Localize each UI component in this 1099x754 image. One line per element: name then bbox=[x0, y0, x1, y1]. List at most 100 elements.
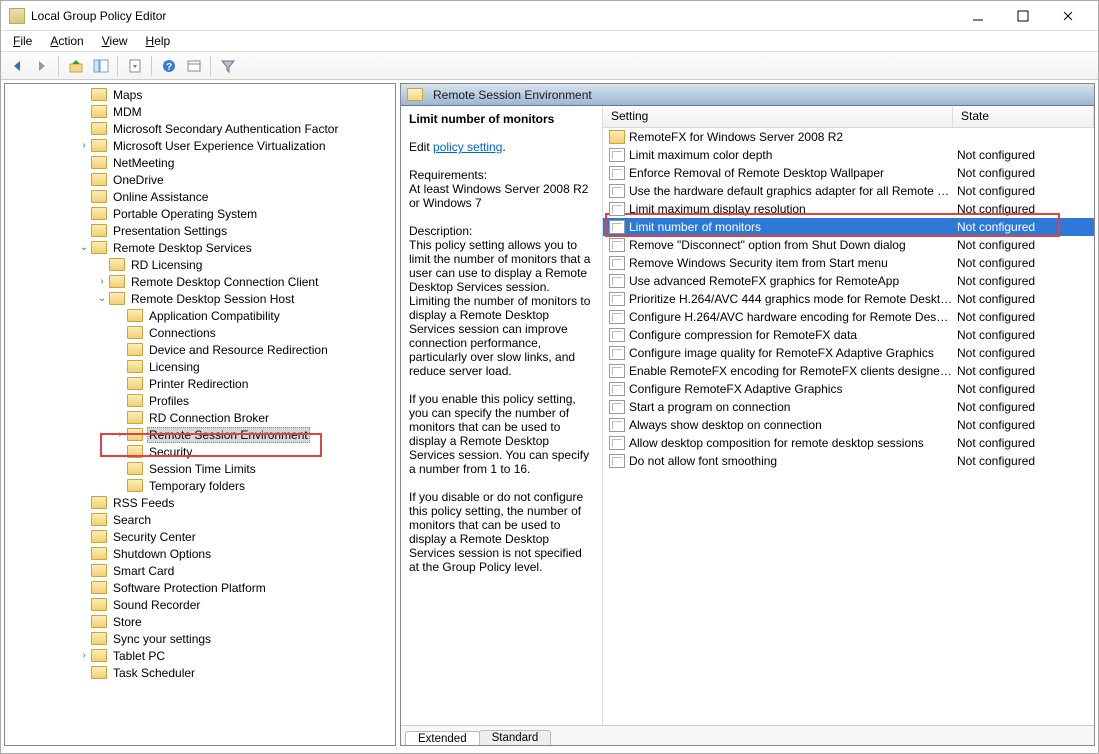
setting-row[interactable]: Allow desktop composition for remote des… bbox=[603, 434, 1094, 452]
tree-item[interactable]: •Sound Recorder bbox=[77, 596, 395, 613]
back-button[interactable] bbox=[5, 55, 28, 77]
setting-row[interactable]: Configure image quality for RemoteFX Ada… bbox=[603, 344, 1094, 362]
tree-item[interactable]: ⌄ Remote Desktop Services bbox=[77, 239, 395, 256]
setting-row[interactable]: Limit maximum color depthNot configured bbox=[603, 146, 1094, 164]
tree-item[interactable]: •Sync your settings bbox=[77, 630, 395, 647]
setting-row[interactable]: Enforce Removal of Remote Desktop Wallpa… bbox=[603, 164, 1094, 182]
column-setting[interactable]: Setting bbox=[603, 106, 953, 127]
setting-name: Enforce Removal of Remote Desktop Wallpa… bbox=[629, 166, 953, 180]
collapse-icon[interactable]: ⌄ bbox=[77, 242, 91, 253]
collapse-icon[interactable]: ⌄ bbox=[95, 293, 109, 304]
tree-item[interactable]: •RD Licensing bbox=[77, 256, 395, 273]
tree-item[interactable]: •Session Time Limits bbox=[77, 460, 395, 477]
tree-item[interactable]: •RSS Feeds bbox=[77, 494, 395, 511]
tree-item[interactable]: ›Tablet PC bbox=[77, 647, 395, 664]
properties-button[interactable] bbox=[182, 55, 205, 77]
show-hide-tree-button[interactable] bbox=[89, 55, 112, 77]
tree-item[interactable]: •Maps bbox=[77, 86, 395, 103]
setting-row[interactable]: Configure compression for RemoteFX dataN… bbox=[603, 326, 1094, 344]
expand-icon[interactable]: › bbox=[77, 650, 91, 661]
tree-item[interactable]: ›Microsoft User Experience Virtualizatio… bbox=[77, 137, 395, 154]
setting-name: Always show desktop on connection bbox=[629, 418, 953, 432]
tree-item[interactable]: •Security Center bbox=[77, 528, 395, 545]
expand-icon[interactable]: › bbox=[77, 140, 91, 151]
menu-help[interactable]: Help bbox=[138, 32, 179, 50]
setting-name: Do not allow font smoothing bbox=[629, 454, 953, 468]
tree-item[interactable]: •RD Connection Broker bbox=[77, 409, 395, 426]
expand-icon[interactable]: › bbox=[95, 276, 109, 287]
tree-item[interactable]: •Search bbox=[77, 511, 395, 528]
tree-item-label: Remote Desktop Session Host bbox=[129, 292, 296, 306]
tree-item[interactable]: ›Remote Desktop Connection Client bbox=[77, 273, 395, 290]
tree-item[interactable]: •Software Protection Platform bbox=[77, 579, 395, 596]
expand-icon[interactable]: › bbox=[113, 429, 127, 440]
setting-state: Not configured bbox=[953, 202, 1094, 216]
tree-item[interactable]: •Microsoft Secondary Authentication Fact… bbox=[77, 120, 395, 137]
tree-item[interactable]: •Portable Operating System bbox=[77, 205, 395, 222]
expand-icon: • bbox=[113, 446, 127, 457]
tree-pane[interactable]: •Maps•MDM•Microsoft Secondary Authentica… bbox=[4, 83, 396, 746]
setting-row[interactable]: Do not allow font smoothingNot configure… bbox=[603, 452, 1094, 470]
setting-row[interactable]: Start a program on connectionNot configu… bbox=[603, 398, 1094, 416]
setting-row[interactable]: Prioritize H.264/AVC 444 graphics mode f… bbox=[603, 290, 1094, 308]
minimize-button[interactable] bbox=[955, 2, 1000, 30]
tree-item[interactable]: •Printer Redirection bbox=[77, 375, 395, 392]
help-button[interactable]: ? bbox=[157, 55, 180, 77]
folder-icon bbox=[127, 343, 143, 356]
tree-item[interactable]: •Smart Card bbox=[77, 562, 395, 579]
menu-view[interactable]: View bbox=[94, 32, 136, 50]
tree-item-label: Remote Desktop Services bbox=[111, 241, 254, 255]
setting-row[interactable]: Use the hardware default graphics adapte… bbox=[603, 182, 1094, 200]
tree-item[interactable]: •Device and Resource Redirection bbox=[77, 341, 395, 358]
tree-item[interactable]: •Application Compatibility bbox=[77, 307, 395, 324]
tree-item[interactable]: •Connections bbox=[77, 324, 395, 341]
tree-item[interactable]: •Store bbox=[77, 613, 395, 630]
setting-row[interactable]: Enable RemoteFX encoding for RemoteFX cl… bbox=[603, 362, 1094, 380]
edit-policy-link[interactable]: policy setting bbox=[433, 140, 502, 154]
tree-item[interactable]: •Profiles bbox=[77, 392, 395, 409]
up-button[interactable] bbox=[64, 55, 87, 77]
tree-item[interactable]: •Presentation Settings bbox=[77, 222, 395, 239]
menu-action[interactable]: Action bbox=[42, 32, 91, 50]
expand-icon: • bbox=[113, 344, 127, 355]
setting-row[interactable]: Always show desktop on connectionNot con… bbox=[603, 416, 1094, 434]
expand-icon: • bbox=[113, 327, 127, 338]
tab-extended[interactable]: Extended bbox=[405, 731, 480, 746]
tree-item[interactable]: •Online Assistance bbox=[77, 188, 395, 205]
tree-item[interactable]: •Shutdown Options bbox=[77, 545, 395, 562]
setting-state: Not configured bbox=[953, 184, 1094, 198]
tree-item[interactable]: •Security bbox=[77, 443, 395, 460]
tree-item[interactable]: ›Remote Session Environment bbox=[77, 426, 395, 443]
folder-icon bbox=[127, 445, 143, 458]
setting-row[interactable]: Limit maximum display resolutionNot conf… bbox=[603, 200, 1094, 218]
folder-icon bbox=[91, 496, 107, 509]
forward-button[interactable] bbox=[30, 55, 53, 77]
tree-item[interactable]: •Temporary folders bbox=[77, 477, 395, 494]
tree-item[interactable]: •NetMeeting bbox=[77, 154, 395, 171]
setting-row[interactable]: Configure RemoteFX Adaptive GraphicsNot … bbox=[603, 380, 1094, 398]
folder-icon bbox=[91, 598, 107, 611]
tree-item[interactable]: •Licensing bbox=[77, 358, 395, 375]
setting-row[interactable]: Remove Windows Security item from Start … bbox=[603, 254, 1094, 272]
close-button[interactable] bbox=[1045, 2, 1090, 30]
setting-state: Not configured bbox=[953, 328, 1094, 342]
menu-file[interactable]: FFileile bbox=[5, 32, 40, 50]
export-button[interactable] bbox=[123, 55, 146, 77]
column-state[interactable]: State bbox=[953, 106, 1094, 127]
maximize-button[interactable] bbox=[1000, 2, 1045, 30]
tree-item[interactable]: •OneDrive bbox=[77, 171, 395, 188]
setting-name: Limit number of monitors bbox=[629, 220, 953, 234]
setting-row[interactable]: Remove "Disconnect" option from Shut Dow… bbox=[603, 236, 1094, 254]
tree-item[interactable]: •Task Scheduler bbox=[77, 664, 395, 681]
tab-standard[interactable]: Standard bbox=[479, 730, 552, 745]
folder-icon bbox=[127, 394, 143, 407]
policy-icon bbox=[609, 148, 625, 162]
tree-item[interactable]: ⌄ Remote Desktop Session Host bbox=[77, 290, 395, 307]
setting-row[interactable]: Use advanced RemoteFX graphics for Remot… bbox=[603, 272, 1094, 290]
filter-button[interactable] bbox=[216, 55, 239, 77]
setting-row[interactable]: Limit number of monitorsNot configured bbox=[603, 218, 1094, 236]
tree-item[interactable]: •MDM bbox=[77, 103, 395, 120]
setting-row[interactable]: RemoteFX for Windows Server 2008 R2 bbox=[603, 128, 1094, 146]
policy-icon bbox=[609, 310, 625, 324]
setting-row[interactable]: Configure H.264/AVC hardware encoding fo… bbox=[603, 308, 1094, 326]
